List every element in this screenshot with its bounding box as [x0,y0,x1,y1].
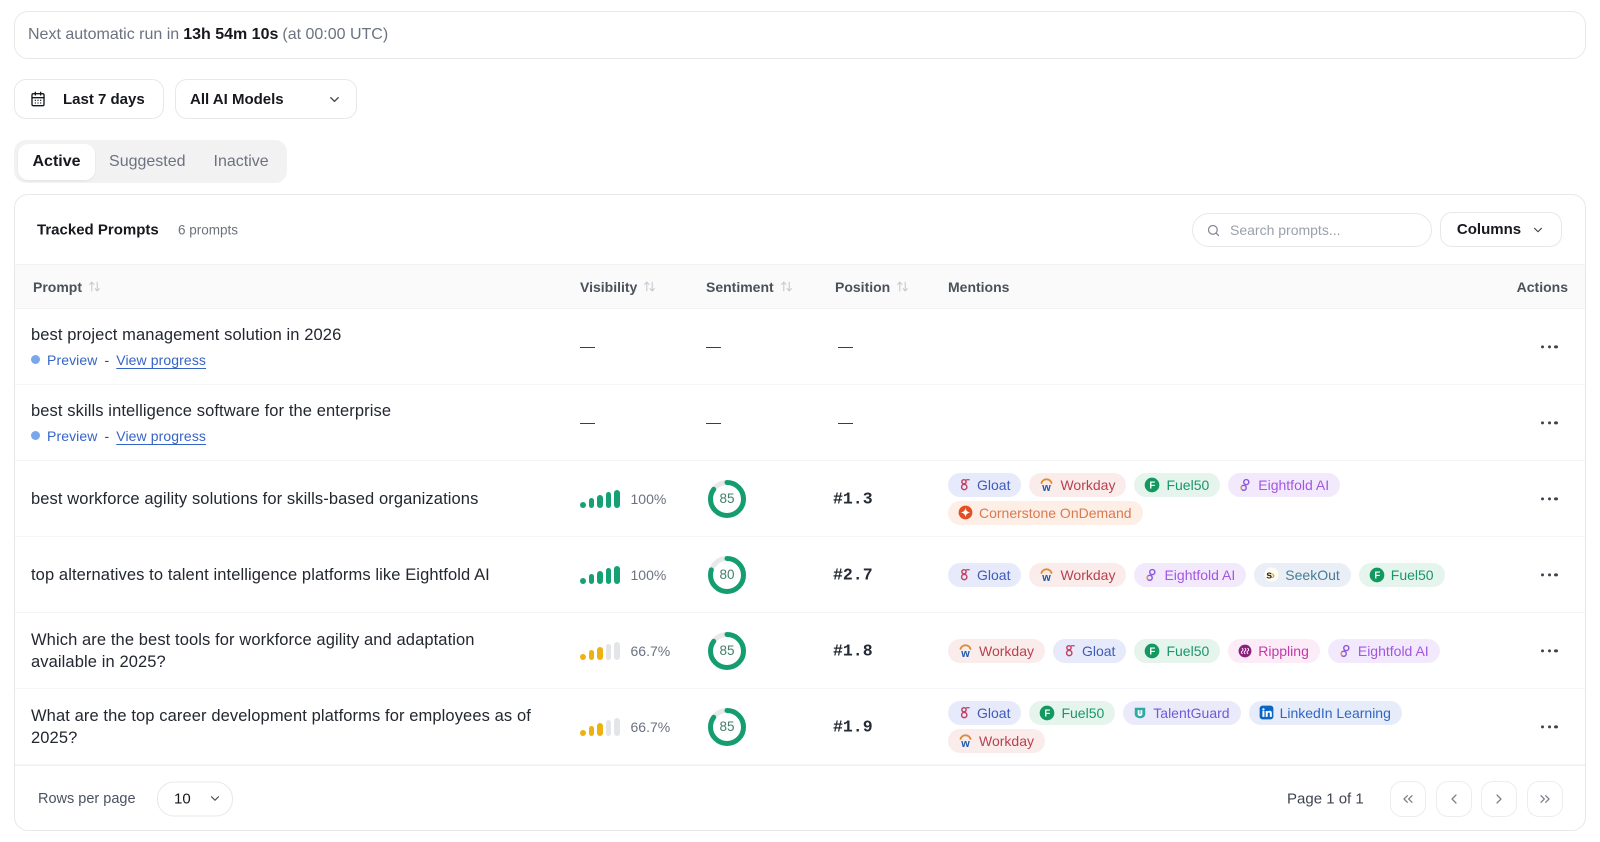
svg-text:F: F [1150,480,1156,491]
svg-text:w: w [960,648,970,658]
svg-text:w: w [960,738,970,748]
svg-text:F: F [1374,570,1380,581]
svg-text:F: F [1045,708,1051,719]
svg-text:w: w [1042,572,1052,582]
svg-text:F: F [1150,646,1156,657]
svg-text:w: w [1042,482,1052,492]
svg-text:›: › [1271,570,1275,582]
